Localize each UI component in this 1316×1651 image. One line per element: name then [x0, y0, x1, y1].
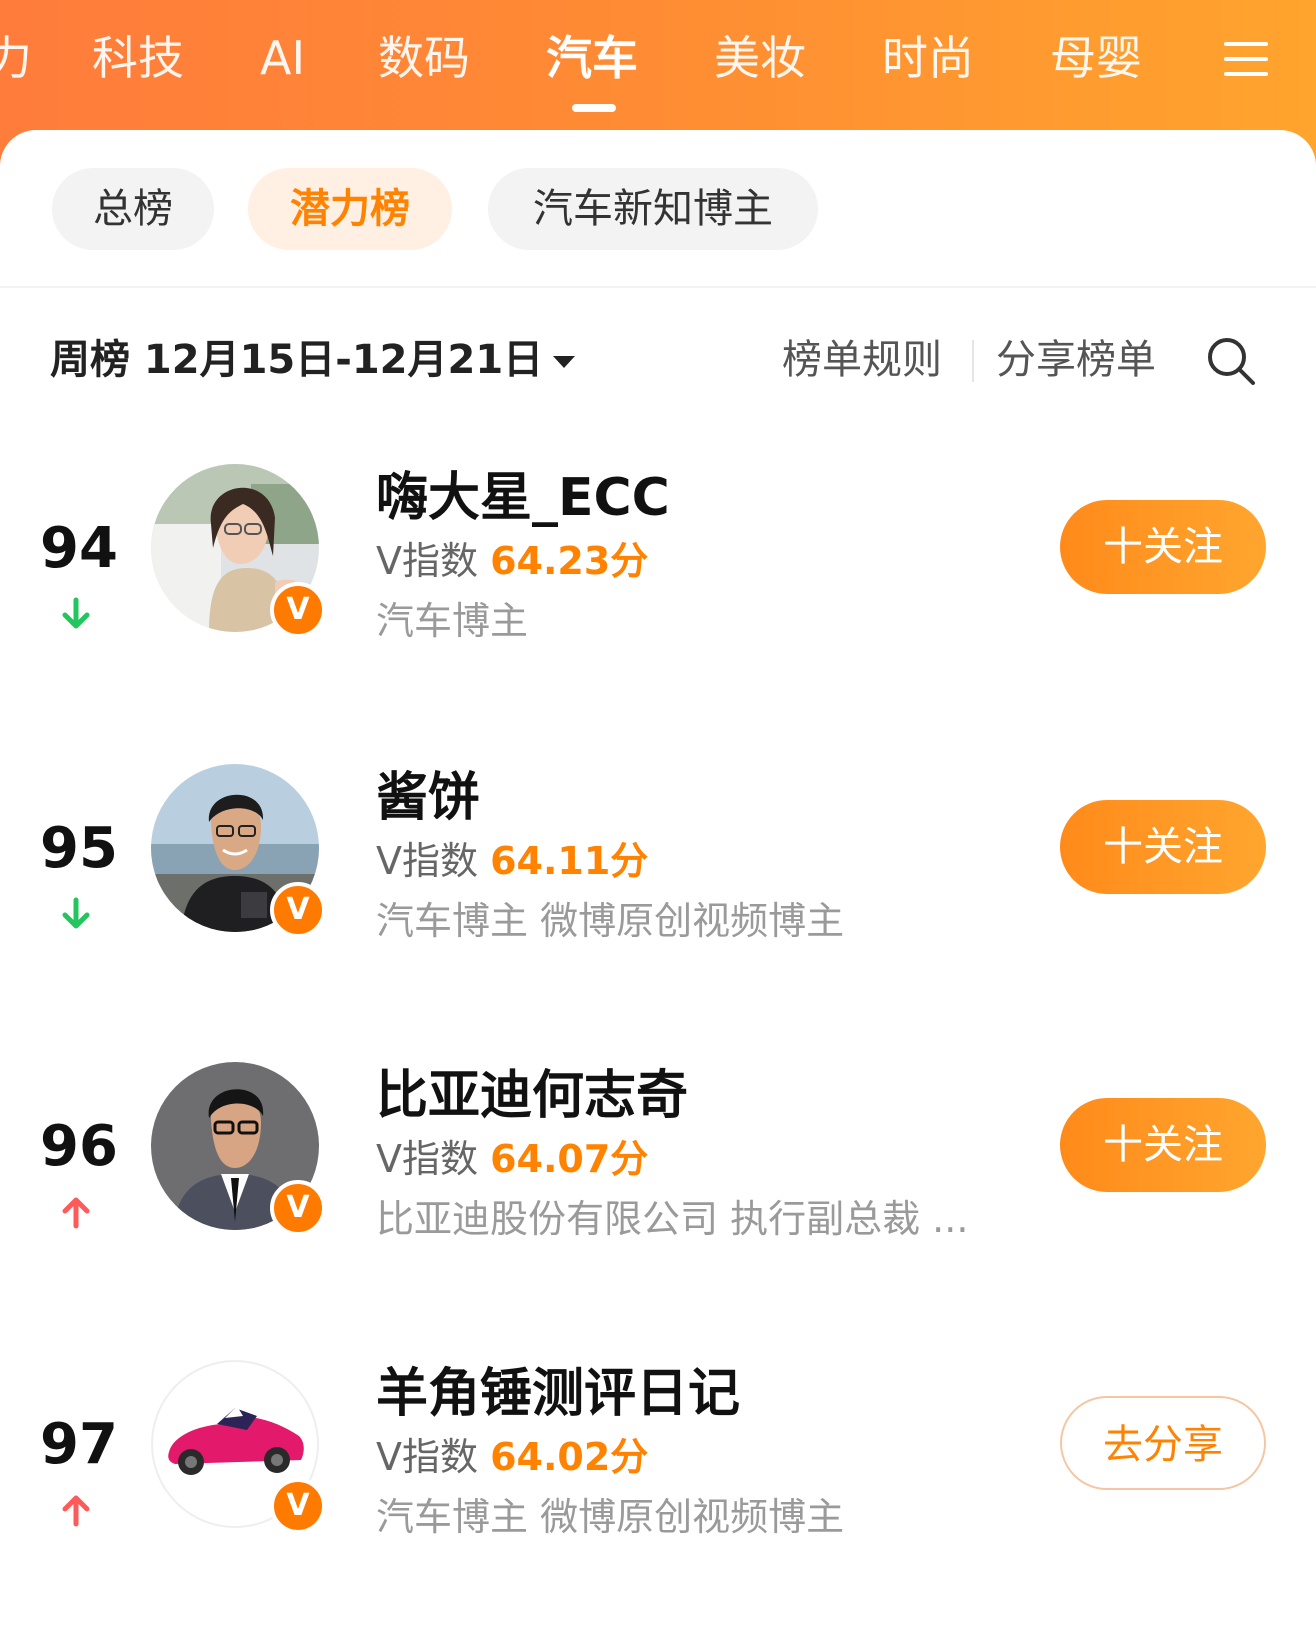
category-tab-ai[interactable]: AI — [260, 28, 305, 88]
blogger-name[interactable]: 嗨大星_ECC — [376, 466, 670, 530]
blogger-name[interactable]: 酱饼 — [376, 766, 480, 830]
category-tab-mother-baby[interactable]: 母婴 — [1050, 28, 1142, 88]
v-index: V指数 64.23分 — [376, 536, 648, 586]
v-index-label: V指数 — [376, 839, 478, 883]
ranking-row[interactable]: 96 V 比亚迪何志奇 V指数 64.07分 比亚迪股份有限公司 执行副总裁 .… — [0, 1062, 1316, 1322]
verified-badge-icon: V — [270, 1180, 326, 1236]
trend-down-icon — [58, 596, 94, 632]
blogger-tags: 汽车博主 微博原创视频博主 — [376, 899, 845, 943]
v-index-label: V指数 — [376, 539, 478, 583]
ranking-row[interactable]: 94 V 嗨大星_ECC V指数 64.23分 汽车博主 十关注 — [0, 464, 1316, 724]
trend-down-icon — [58, 896, 94, 932]
category-tab-digital[interactable]: 数码 — [378, 28, 470, 88]
verified-badge-icon: V — [270, 1478, 326, 1534]
period-label: 周榜 12月15日-12月21日 — [50, 337, 544, 383]
caret-down-icon — [553, 356, 576, 368]
follow-button[interactable]: 十关注 — [1060, 800, 1266, 894]
share-button[interactable]: 去分享 — [1060, 1396, 1266, 1490]
v-index: V指数 64.11分 — [376, 836, 648, 886]
trend-up-icon — [58, 1492, 94, 1528]
category-tab-fashion[interactable]: 时尚 — [882, 28, 974, 88]
v-index-score: 64.02分 — [490, 1435, 649, 1479]
category-tab-auto[interactable]: 汽车 — [546, 28, 638, 88]
v-index: V指数 64.02分 — [376, 1432, 648, 1482]
rank-number: 95 — [40, 816, 118, 881]
blogger-tags: 比亚迪股份有限公司 执行副总裁 ... — [376, 1197, 969, 1241]
rank-number: 97 — [40, 1412, 118, 1477]
blogger-tags: 汽车博主 微博原创视频博主 — [376, 1495, 845, 1539]
v-index-score: 64.11分 — [490, 839, 649, 883]
share-ranking-link[interactable]: 分享榜单 — [996, 332, 1156, 388]
v-index-score: 64.07分 — [490, 1137, 649, 1181]
rank-number: 94 — [40, 516, 118, 581]
blogger-tags: 汽车博主 — [376, 599, 529, 643]
v-index: V指数 64.07分 — [376, 1134, 648, 1184]
ranking-row[interactable]: 95 V 酱饼 V指数 64.11分 汽车博主 微博原创视频博主 十关注 — [0, 764, 1316, 1024]
search-icon[interactable] — [1204, 334, 1258, 388]
category-tab-beauty[interactable]: 美妆 — [714, 28, 806, 88]
active-tab-indicator — [572, 104, 616, 112]
chip-potential[interactable]: 潜力榜 — [248, 168, 452, 250]
rank-number: 96 — [40, 1114, 118, 1179]
verified-badge-icon: V — [270, 582, 326, 638]
v-index-label: V指数 — [376, 1137, 478, 1181]
menu-icon[interactable] — [1224, 36, 1270, 82]
v-index-label: V指数 — [376, 1435, 478, 1479]
v-index-score: 64.23分 — [490, 539, 649, 583]
divider — [0, 286, 1316, 288]
category-tab-partial[interactable]: 力 — [0, 28, 32, 88]
blogger-name[interactable]: 比亚迪何志奇 — [376, 1064, 688, 1128]
chip-auto-new-knowledge[interactable]: 汽车新知博主 — [488, 168, 818, 250]
chip-overall[interactable]: 总榜 — [52, 168, 214, 250]
verified-badge-icon: V — [270, 882, 326, 938]
link-separator — [972, 340, 974, 382]
ranking-row[interactable]: 97 V 羊角锤测评日记 V指数 64.02分 汽车博主 微博原创视频博主 去分… — [0, 1360, 1316, 1620]
rules-link[interactable]: 榜单规则 — [782, 332, 942, 388]
category-tab-tech[interactable]: 科技 — [92, 28, 184, 88]
trend-up-icon — [58, 1194, 94, 1230]
follow-button[interactable]: 十关注 — [1060, 500, 1266, 594]
blogger-name[interactable]: 羊角锤测评日记 — [376, 1362, 740, 1426]
period-selector[interactable]: 周榜 12月15日-12月21日 — [50, 332, 576, 388]
follow-button[interactable]: 十关注 — [1060, 1098, 1266, 1192]
